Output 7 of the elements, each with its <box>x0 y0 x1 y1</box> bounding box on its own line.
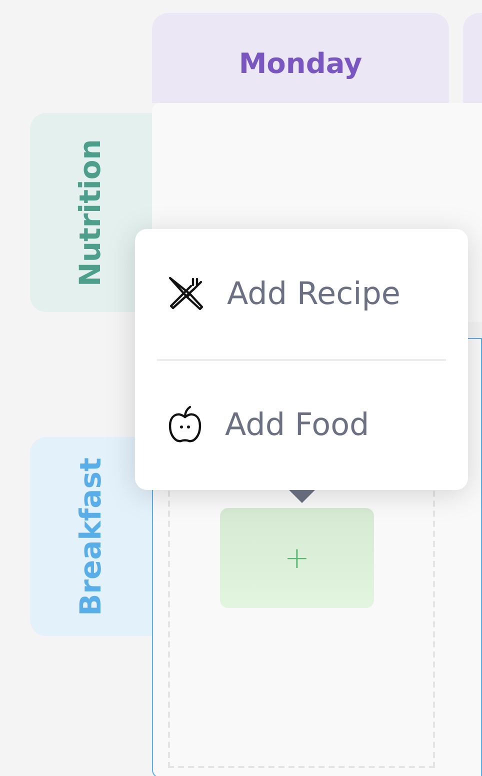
row-title: Nutrition <box>72 138 108 286</box>
day-title: Monday <box>238 46 362 82</box>
fork-and-knife-icon <box>167 274 205 313</box>
menu-item[interactable]: Add Food <box>157 402 370 448</box>
menu-item[interactable]: Add Recipe <box>157 270 400 317</box>
popup-pointer-icon <box>289 490 315 503</box>
row-title: Breakfast <box>72 457 108 616</box>
